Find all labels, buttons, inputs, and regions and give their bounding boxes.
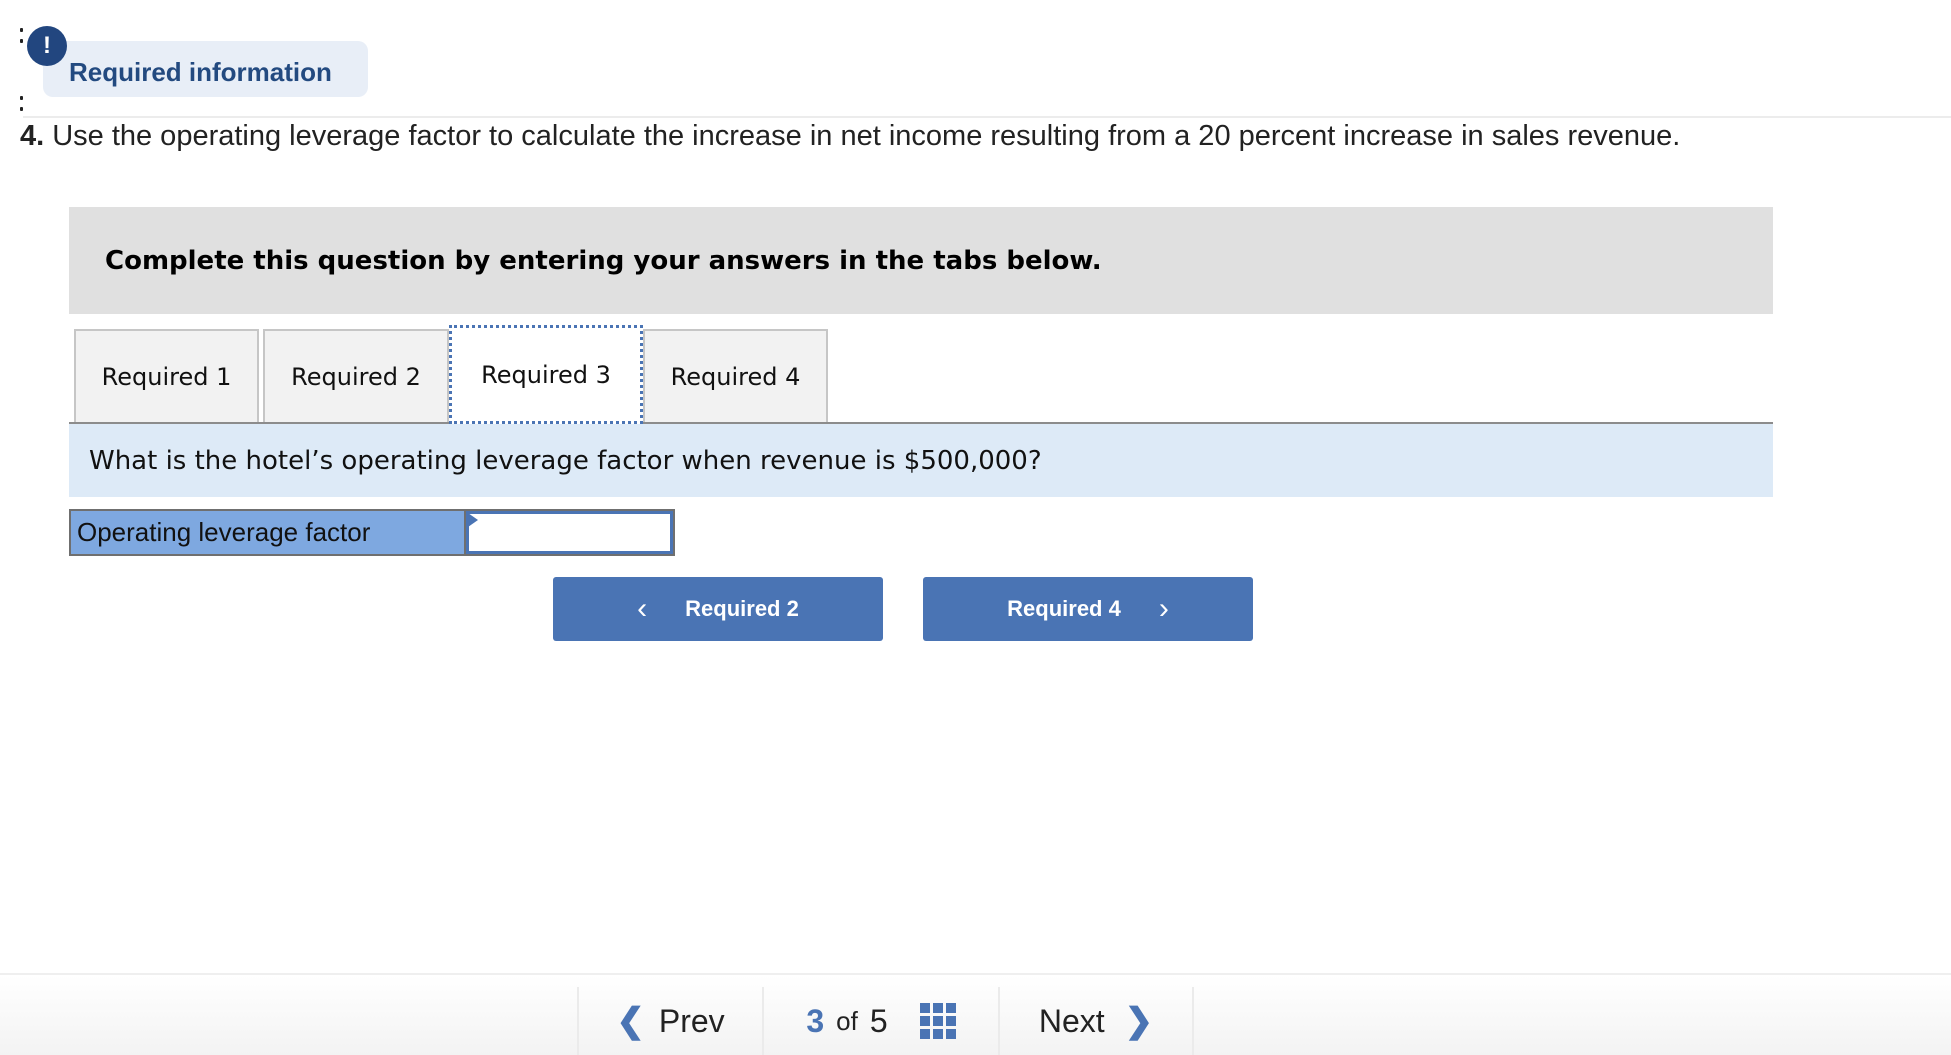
instructions-text: Complete this question by entering your … [105,245,1102,276]
footer-next-label: Next [1038,1002,1105,1039]
tab-label: Required 4 [670,362,801,391]
tab-required-1[interactable]: Required 1 [74,329,259,422]
tab-bar: Required 1 Required 2 Required 3 Require… [69,325,1773,424]
instructions-banner: Complete this question by entering your … [69,207,1773,314]
total-pages: 5 [869,1002,888,1039]
grid-icon[interactable] [919,1003,956,1039]
tab-required-2[interactable]: Required 2 [263,329,449,422]
page-of-label: of [836,1005,858,1036]
answer-label: Operating leverage factor [69,509,466,556]
question-navigation-footer: ❮ Prev 3 of 5 Next ❯ [0,973,1951,1055]
prev-required-label: Required 2 [685,596,799,621]
question-text: 4. Use the operating leverage factor to c… [20,120,1680,153]
current-page: 3 [806,1002,825,1039]
exclamation-icon: ! [27,26,67,66]
operating-leverage-factor-input[interactable] [466,511,673,554]
footer-divider [1192,987,1194,1055]
answer-row: Operating leverage factor [69,509,675,556]
footer-prev-label: Prev [658,1002,725,1039]
answer-input-cell [466,509,675,556]
tab-label: Required 1 [101,362,232,391]
tab-prompt-text: What is the hotel’s operating leverage f… [89,445,1042,476]
drag-handle-bottom [20,96,23,118]
question-body: Use the operating leverage factor to cal… [52,120,1681,152]
required-information-pill[interactable]: Required information [43,41,368,97]
chevron-right-icon: ❯ [1124,1002,1154,1040]
tab-required-4[interactable]: Required 4 [643,329,828,422]
tab-prompt-bar: What is the hotel’s operating leverage f… [69,424,1773,497]
tab-label: Required 2 [291,362,421,391]
page-indicator[interactable]: 3 of 5 [764,987,998,1055]
required-information-label: Required information [69,56,332,87]
chevron-left-icon: ❮ [616,1002,645,1040]
footer-next-button[interactable]: Next ❯ [1000,987,1192,1055]
tab-label: Required 3 [481,360,611,389]
drag-handle-top [20,28,23,50]
chevron-left-icon: ‹ [637,592,648,625]
input-marker-icon [468,513,478,527]
next-required-label: Required 4 [1007,596,1121,621]
chevron-right-icon: › [1158,592,1169,625]
next-required-button[interactable]: Required 4 › [923,577,1253,641]
header-separator [23,116,1951,118]
prev-required-button[interactable]: ‹ Required 2 [553,577,883,641]
question-number: 4. [20,120,45,152]
footer-prev-button[interactable]: ❮ Prev [579,987,762,1055]
tab-required-3[interactable]: Required 3 [449,325,643,424]
